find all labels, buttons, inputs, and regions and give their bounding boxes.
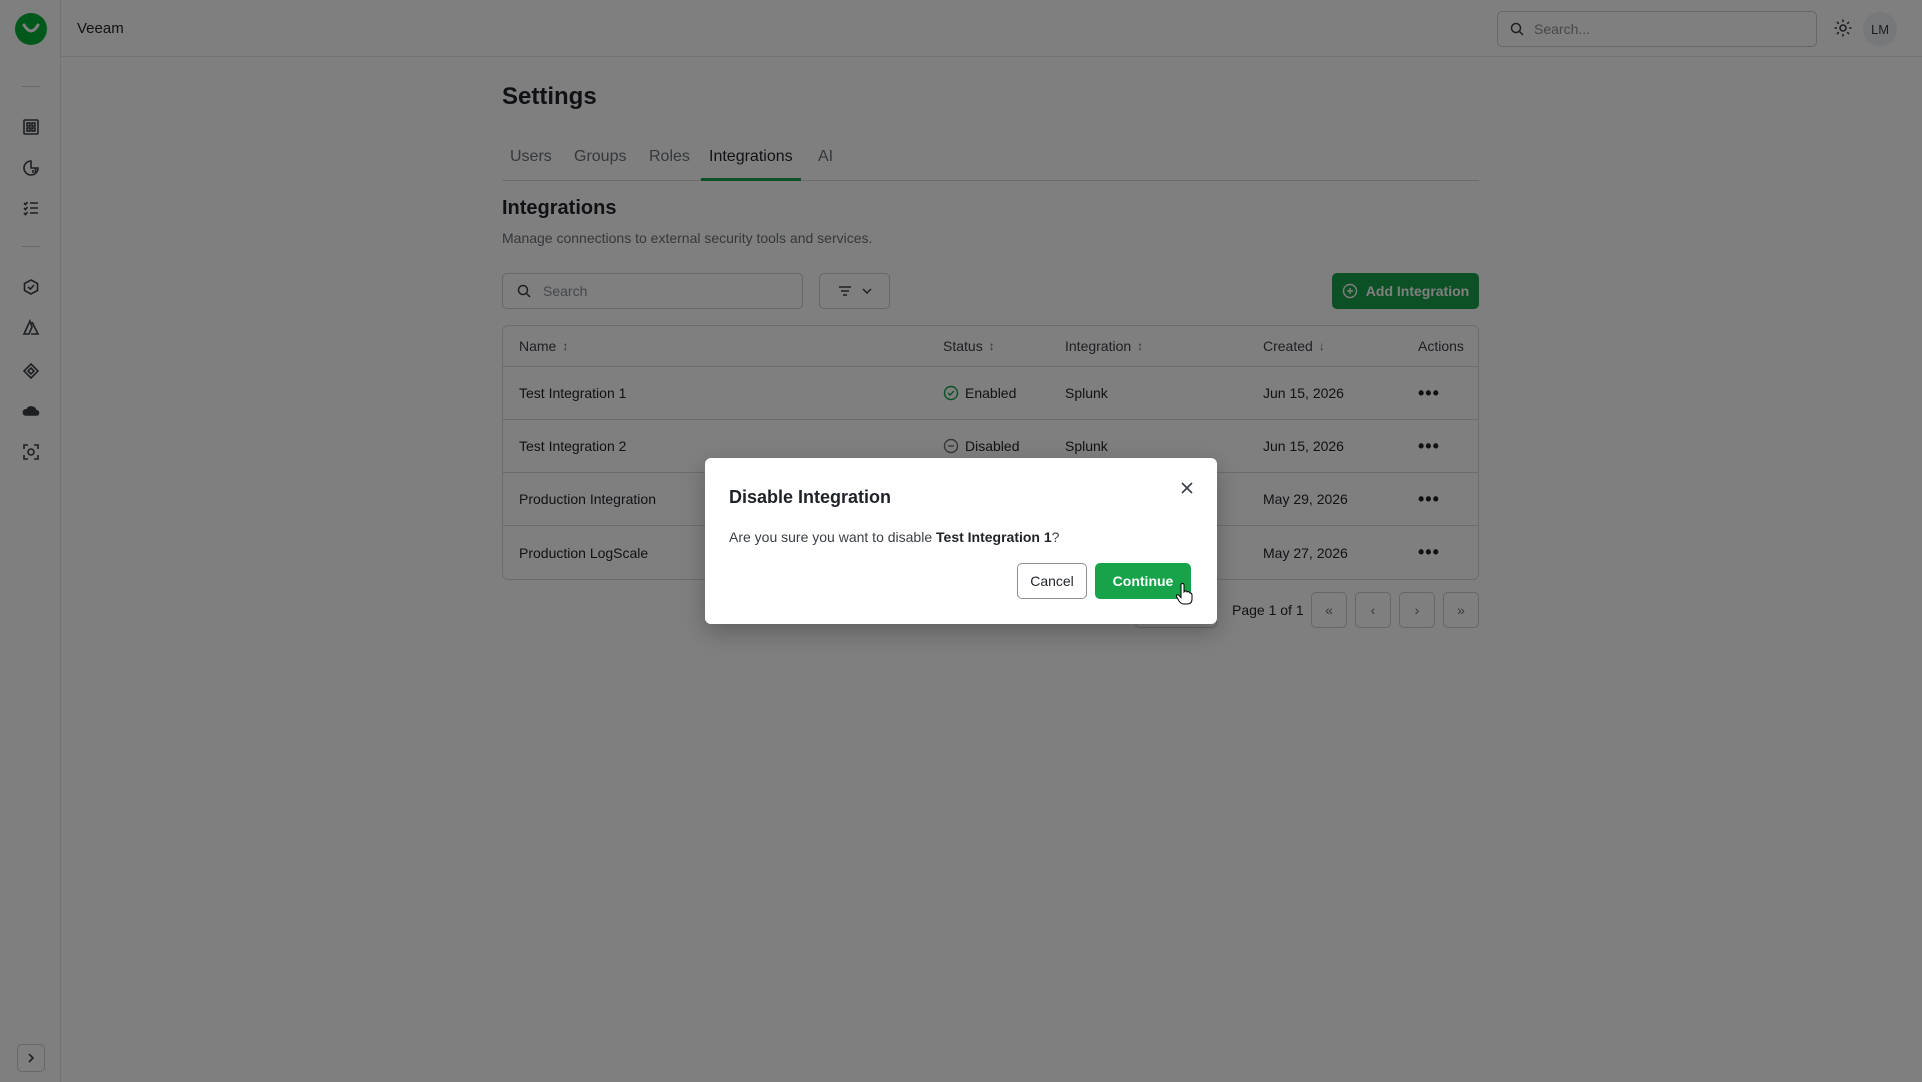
disable-integration-dialog: Disable Integration Are you sure you wan…: [705, 458, 1217, 624]
hand-cursor-icon: [1175, 583, 1193, 605]
dialog-close-button[interactable]: [1177, 478, 1197, 498]
dialog-target-name: Test Integration 1: [936, 529, 1052, 545]
dialog-message: Are you sure you want to disable Test In…: [729, 529, 1060, 545]
dialog-title: Disable Integration: [729, 487, 892, 507]
close-icon: [1181, 482, 1193, 494]
cancel-button[interactable]: Cancel: [1017, 563, 1087, 599]
